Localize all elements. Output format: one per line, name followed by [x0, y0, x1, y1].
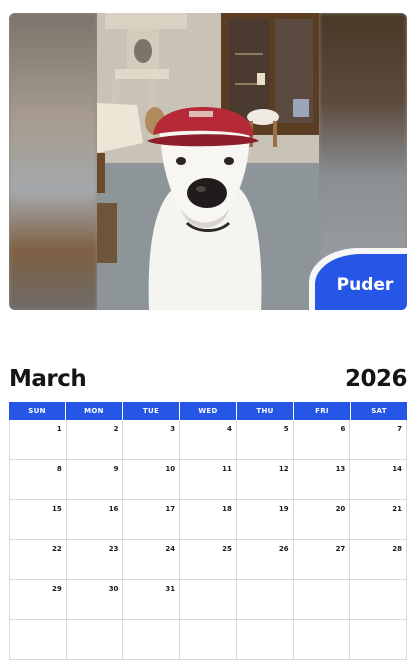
- week-row: 15 16 17 18 19 20 21: [10, 500, 408, 540]
- day-number: 22: [51, 545, 62, 553]
- day-number: 11: [222, 465, 232, 473]
- day-number: 26: [278, 545, 289, 553]
- day-cell: 26: [237, 540, 294, 579]
- day-cell: 25: [180, 540, 237, 579]
- day-number: 16: [108, 505, 119, 513]
- day-cell: 4: [180, 420, 237, 459]
- weekday-thu: THU: [237, 402, 294, 420]
- dog-photo: [97, 13, 319, 310]
- day-number: 1: [56, 425, 62, 433]
- day-cell: [67, 620, 124, 659]
- day-number: 14: [392, 465, 403, 473]
- day-number: 23: [108, 545, 119, 553]
- day-number: 15: [51, 505, 62, 513]
- day-number: 10: [165, 465, 176, 473]
- day-number: 24: [165, 545, 176, 553]
- day-cell: 6: [294, 420, 351, 459]
- week-row: [10, 620, 408, 660]
- day-cell: 19: [237, 500, 294, 539]
- photo-blur-left: [9, 13, 97, 310]
- day-cell: 16: [67, 500, 124, 539]
- day-number: 5: [283, 425, 289, 433]
- day-number: 17: [165, 505, 176, 513]
- day-cell: 27: [294, 540, 351, 579]
- day-cell: [294, 620, 351, 659]
- day-cell: 2: [67, 420, 124, 459]
- day-number: 3: [170, 425, 176, 433]
- day-cell: 7: [350, 420, 408, 459]
- day-number: 13: [335, 465, 346, 473]
- day-number: 29: [51, 585, 62, 593]
- day-cell: 15: [10, 500, 67, 539]
- weekday-sat: SAT: [371, 407, 387, 415]
- day-cell: [294, 580, 351, 619]
- day-number: 4: [227, 425, 232, 433]
- day-cell: [180, 620, 237, 659]
- day-cell: [350, 580, 408, 619]
- day-cell: 21: [350, 500, 408, 539]
- week-row: 1 2 3 4 5 6 7: [10, 420, 408, 460]
- day-cell: 13: [294, 460, 351, 499]
- week-row: 29 30 31: [10, 580, 408, 620]
- day-cell: [180, 580, 237, 619]
- day-cell: 22: [10, 540, 67, 579]
- day-number: 25: [222, 545, 232, 553]
- day-cell: 11: [180, 460, 237, 499]
- day-number: 8: [56, 465, 62, 473]
- weekday-sun: SUN: [9, 402, 66, 420]
- week-row: 8 9 10 11 12 13 14: [10, 460, 408, 500]
- day-number: 18: [222, 505, 232, 513]
- month-title: March: [9, 366, 87, 392]
- day-cell: [10, 620, 67, 659]
- day-cell: 23: [67, 540, 124, 579]
- day-cell: 3: [123, 420, 181, 459]
- weekday-tue: TUE: [123, 402, 180, 420]
- pet-photo: Puder: [9, 13, 407, 310]
- day-cell: 1: [10, 420, 67, 459]
- day-number: 28: [392, 545, 403, 553]
- day-number: 19: [278, 505, 289, 513]
- day-number: 27: [335, 545, 346, 553]
- weekday-wed: WED: [180, 402, 237, 420]
- day-cell: 29: [10, 580, 67, 619]
- pet-name-badge: Puder: [315, 254, 407, 310]
- day-number: 31: [165, 585, 176, 593]
- day-cell: 18: [180, 500, 237, 539]
- day-cell: 31: [123, 580, 181, 619]
- day-cell: 28: [350, 540, 408, 579]
- day-number: 6: [340, 425, 346, 433]
- day-number: 7: [397, 425, 403, 433]
- day-cell: 17: [123, 500, 181, 539]
- day-cell: 30: [67, 580, 124, 619]
- day-number: 9: [113, 465, 119, 473]
- week-row: 22 23 24 25 26 27 28: [10, 540, 408, 580]
- day-number: 20: [335, 505, 346, 513]
- year-title: 2026: [344, 366, 408, 392]
- day-cell: [350, 620, 408, 659]
- weekday-mon: MON: [66, 402, 123, 420]
- day-cell: 8: [10, 460, 67, 499]
- day-cell: 14: [350, 460, 408, 499]
- day-cell: 5: [237, 420, 294, 459]
- day-cell: [237, 580, 294, 619]
- day-number: 2: [113, 425, 119, 433]
- day-cell: [123, 620, 181, 659]
- day-cell: 12: [237, 460, 294, 499]
- weekday-fri: FRI: [294, 402, 351, 420]
- day-number: 21: [392, 505, 403, 513]
- day-cell: [237, 620, 294, 659]
- day-cell: 10: [123, 460, 181, 499]
- day-cell: 24: [123, 540, 181, 579]
- day-cell: 9: [67, 460, 124, 499]
- calendar-weeks: 1 2 3 4 5 6 7 8 9 10 11 12 13 14 15 16 1…: [9, 420, 408, 660]
- calendar-grid: SUN MON TUE WED THU FRI SAT 1 2 3 4 5 6 …: [9, 402, 408, 660]
- day-number: 12: [278, 465, 289, 473]
- weekday-header: SUN MON TUE WED THU FRI SAT: [9, 402, 407, 420]
- day-number: 30: [108, 585, 119, 593]
- day-cell: 20: [294, 500, 351, 539]
